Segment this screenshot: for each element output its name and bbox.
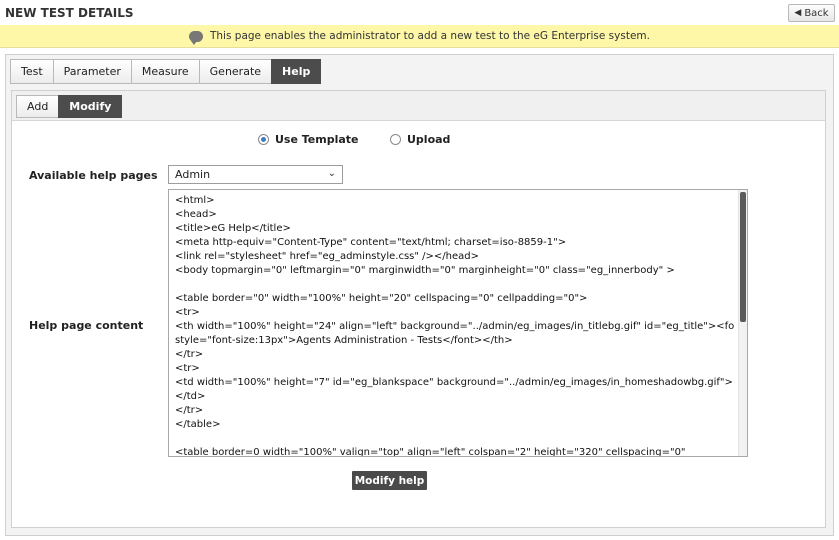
subtab-modify[interactable]: Modify (58, 95, 123, 118)
tab-measure[interactable]: Measure (130, 59, 199, 84)
use-template-label: Use Template (275, 133, 359, 146)
info-banner: This page enables the administrator to a… (0, 25, 839, 48)
tab-test[interactable]: Test (10, 59, 53, 84)
code-line: <table border=0 width="100%" valign="top… (175, 447, 686, 457)
code-line: </table> (175, 419, 221, 430)
code-line: <head> (175, 209, 217, 220)
main-tab-bar: Test Parameter Measure Generate Help (10, 59, 322, 84)
tab-help[interactable]: Help (271, 59, 322, 84)
code-line: </tr> (175, 405, 204, 416)
help-content-label: Help page content (29, 319, 144, 332)
code-line: <title>eG Help</title> (175, 223, 291, 234)
code-line: </tr> (175, 349, 204, 360)
banner-message: This page enables the administrator to a… (209, 30, 650, 42)
code-line: <link rel="stylesheet" href="eg_adminsty… (175, 251, 479, 262)
modify-help-button[interactable]: Modify help (352, 471, 427, 490)
tab-parameter[interactable]: Parameter (52, 59, 131, 84)
vertical-scrollbar[interactable] (738, 190, 747, 456)
help-pages-value: Admin (175, 168, 211, 181)
tab-generate[interactable]: Generate (198, 59, 272, 84)
code-line: <meta http-equiv="Content-Type" content=… (175, 237, 567, 248)
code-line: </td> (175, 391, 206, 402)
code-line: <th width="100%" height="24" align="left… (175, 321, 735, 332)
page-title: NEW TEST DETAILS (5, 6, 134, 20)
upload-label: Upload (407, 133, 451, 146)
scrollbar-thumb[interactable] (740, 192, 746, 322)
help-pages-label: Available help pages (29, 169, 158, 182)
use-template-radio[interactable]: Use Template (258, 133, 359, 146)
code-line: <td width="100%" height="7" id="eg_blank… (175, 377, 733, 388)
source-options: Use Template Upload (12, 133, 825, 147)
code-line: <tr> (175, 307, 200, 318)
help-content-textarea[interactable]: <html> <head> <title>eG Help</title> <meta … (168, 189, 748, 457)
sub-tab-bar: Add Modify (12, 91, 825, 121)
upload-radio[interactable]: Upload (390, 133, 450, 146)
code-line: <tr> (175, 363, 200, 374)
back-button-label: Back (804, 7, 829, 19)
code-line: <table border="0" width="100%" height="2… (175, 293, 588, 304)
subtab-add[interactable]: Add (16, 95, 59, 118)
radio-unselected-icon (390, 134, 401, 145)
help-content-text: <html> <head> <title>eG Help</title> <meta … (175, 194, 735, 457)
chevron-down-icon: ⌄ (327, 168, 336, 179)
radio-selected-icon (258, 134, 269, 145)
help-panel: Add Modify Use Template Upload Available… (11, 90, 826, 528)
left-arrow-icon: ◀ (794, 8, 802, 18)
back-button[interactable]: ◀ Back (788, 4, 835, 22)
help-pages-select[interactable]: Admin ⌄ (168, 165, 343, 184)
code-line: <html> (175, 195, 215, 206)
code-line: <body topmargin="0" leftmargin="0" margi… (175, 265, 675, 276)
speech-bubble-icon (188, 30, 203, 45)
code-line: style="font-size:13px">Agents Administra… (175, 335, 513, 346)
test-details-panel: Test Parameter Measure Generate Help Add… (5, 54, 834, 536)
